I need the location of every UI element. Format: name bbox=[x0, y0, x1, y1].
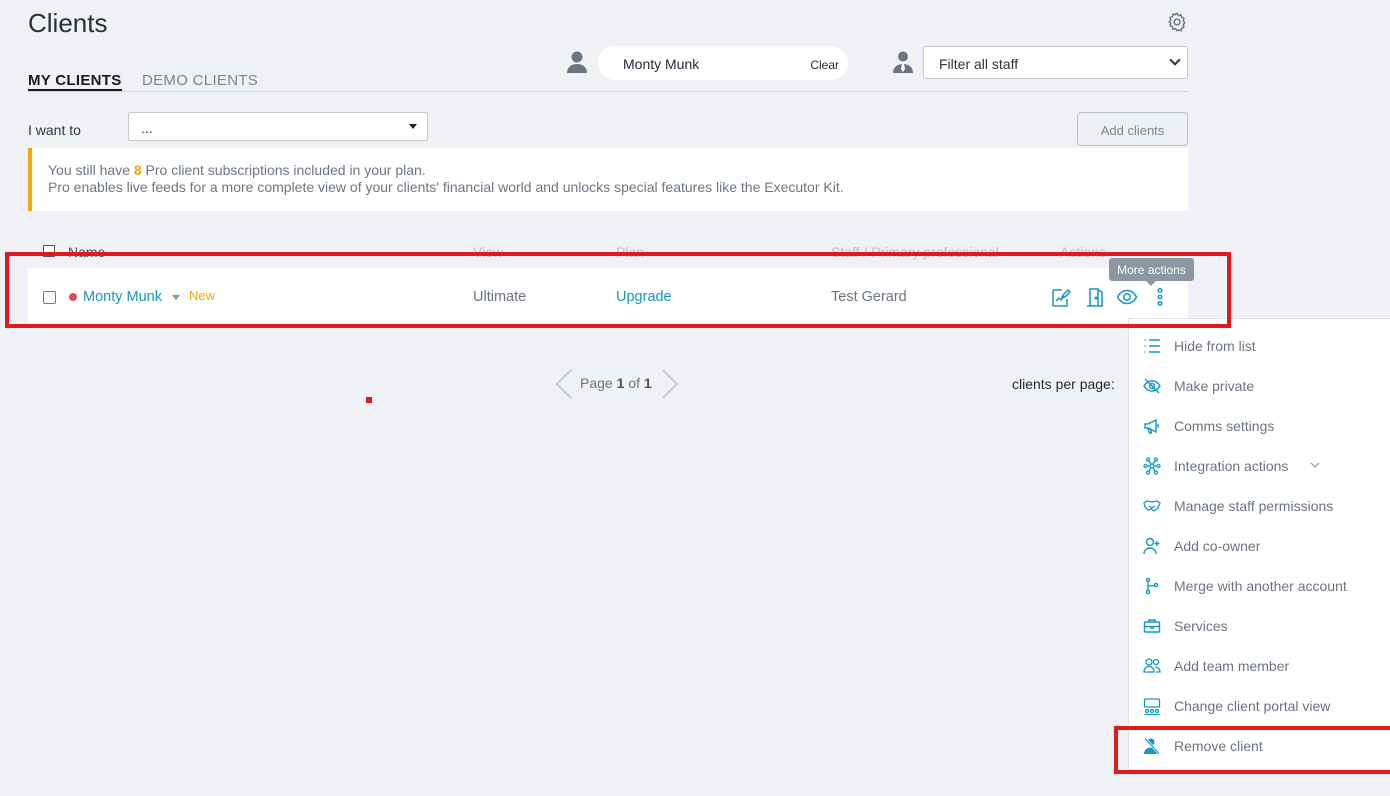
more-actions-menu: Hide from list Make private Comms settin… bbox=[1128, 318, 1390, 770]
menu-item-hide-from-list[interactable]: Hide from list bbox=[1129, 326, 1390, 366]
remove-highlight-box bbox=[1114, 726, 1390, 774]
menu-item-make-private[interactable]: Make private bbox=[1129, 366, 1390, 406]
menu-item-comms-settings[interactable]: Comms settings bbox=[1129, 406, 1390, 446]
chevron-down-icon bbox=[1169, 54, 1181, 66]
menu-item-change-portal-view[interactable]: Change client portal view bbox=[1129, 686, 1390, 726]
client-search-pill[interactable]: Monty Munk Clear bbox=[598, 46, 848, 80]
clear-button[interactable]: Clear bbox=[810, 58, 839, 72]
next-page-icon[interactable] bbox=[660, 368, 680, 400]
menu-item-services[interactable]: Services bbox=[1129, 606, 1390, 646]
user-icon bbox=[567, 51, 587, 73]
caret-down-icon bbox=[409, 124, 417, 129]
menu-item-add-co-owner[interactable]: Add co-owner bbox=[1129, 526, 1390, 566]
list-icon bbox=[1144, 339, 1160, 353]
portal-view-icon bbox=[1143, 698, 1161, 715]
staff-icon bbox=[893, 51, 913, 73]
megaphone-icon bbox=[1144, 418, 1159, 434]
pager-text: Page 1 of 1 bbox=[580, 375, 652, 391]
user-plus-icon bbox=[1143, 537, 1160, 555]
prev-page-icon[interactable] bbox=[554, 368, 574, 400]
page-title: Clients bbox=[28, 8, 108, 38]
merge-icon bbox=[1145, 577, 1159, 595]
iwant-select[interactable]: ... bbox=[128, 112, 428, 141]
staff-filter-select[interactable]: Filter all staff bbox=[923, 46, 1188, 79]
menu-item-add-team-member[interactable]: Add team member bbox=[1129, 646, 1390, 686]
tab-demo-clients[interactable]: DEMO CLIENTS bbox=[142, 72, 258, 89]
red-dot-marker bbox=[366, 397, 372, 403]
subscription-banner: You still have 8 Pro client subscription… bbox=[28, 148, 1188, 211]
row-highlight-box bbox=[5, 252, 1231, 328]
menu-item-integration-actions[interactable]: Integration actions bbox=[1129, 446, 1390, 486]
iwant-value: ... bbox=[141, 120, 153, 136]
subscription-count: 8 bbox=[133, 162, 142, 178]
menu-item-merge-account[interactable]: Merge with another account bbox=[1129, 566, 1390, 606]
network-icon bbox=[1143, 457, 1161, 475]
chevron-down-icon bbox=[1310, 462, 1320, 468]
per-page-label: clients per page: bbox=[1012, 376, 1115, 392]
add-clients-button[interactable]: Add clients bbox=[1077, 112, 1188, 146]
tab-my-clients[interactable]: MY CLIENTS bbox=[28, 72, 122, 91]
briefcase-icon bbox=[1143, 619, 1161, 633]
menu-item-manage-staff-permissions[interactable]: Manage staff permissions bbox=[1129, 486, 1390, 526]
banner-line-2: Pro enables live feeds for a more comple… bbox=[48, 179, 844, 195]
handshake-icon bbox=[1143, 500, 1161, 512]
team-icon bbox=[1143, 658, 1161, 673]
iwant-label: I want to bbox=[28, 122, 81, 138]
banner-line-1: You still have 8 Pro client subscription… bbox=[48, 162, 426, 178]
eye-slash-icon bbox=[1143, 378, 1161, 394]
client-search-value: Monty Munk bbox=[623, 56, 700, 72]
gear-icon[interactable] bbox=[1166, 11, 1188, 33]
staff-filter-value: Filter all staff bbox=[939, 56, 1019, 72]
